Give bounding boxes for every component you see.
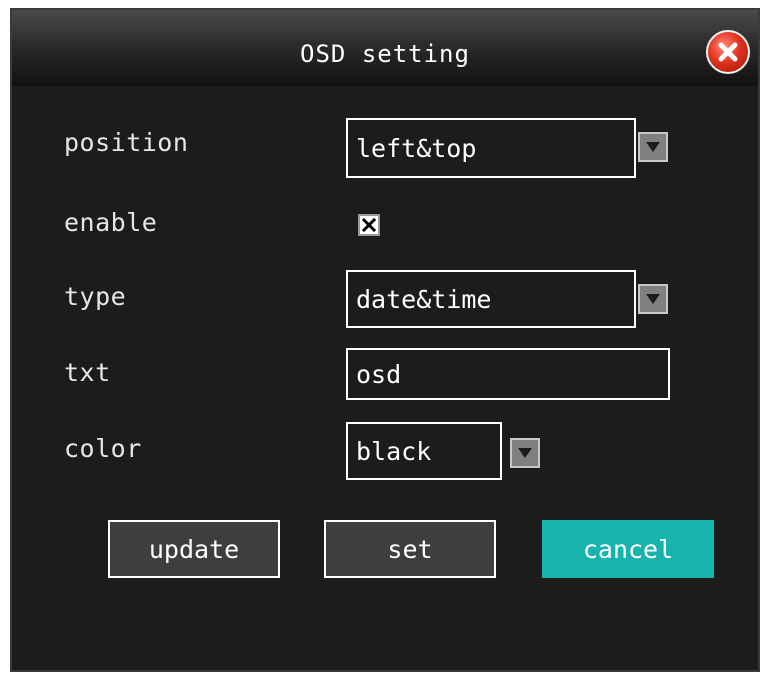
chevron-down-icon: [646, 142, 660, 152]
color-select[interactable]: black: [346, 422, 502, 480]
position-dropdown-button[interactable]: [638, 132, 668, 162]
txt-label: txt: [64, 358, 111, 387]
checkbox-x-icon: [362, 218, 376, 232]
dialog-title: OSD setting: [300, 40, 470, 68]
set-button[interactable]: set: [324, 520, 496, 578]
enable-checkbox[interactable]: [358, 214, 380, 236]
color-label: color: [64, 434, 142, 463]
chevron-down-icon: [518, 448, 532, 458]
type-dropdown-button[interactable]: [638, 284, 668, 314]
type-label: type: [64, 282, 127, 311]
position-label: position: [64, 128, 189, 157]
type-select[interactable]: date&time: [346, 270, 636, 328]
color-dropdown-button[interactable]: [510, 438, 540, 468]
close-button[interactable]: [706, 30, 750, 74]
cancel-button[interactable]: cancel: [542, 520, 714, 578]
position-select[interactable]: left&top: [346, 118, 636, 178]
update-button[interactable]: update: [108, 520, 280, 578]
chevron-down-icon: [646, 294, 660, 304]
txt-input[interactable]: osd: [346, 348, 670, 400]
title-bar: OSD setting: [12, 10, 758, 86]
enable-label: enable: [64, 208, 158, 237]
osd-setting-dialog: OSD setting position left&top enable typ…: [10, 8, 760, 672]
close-icon: [718, 42, 738, 62]
